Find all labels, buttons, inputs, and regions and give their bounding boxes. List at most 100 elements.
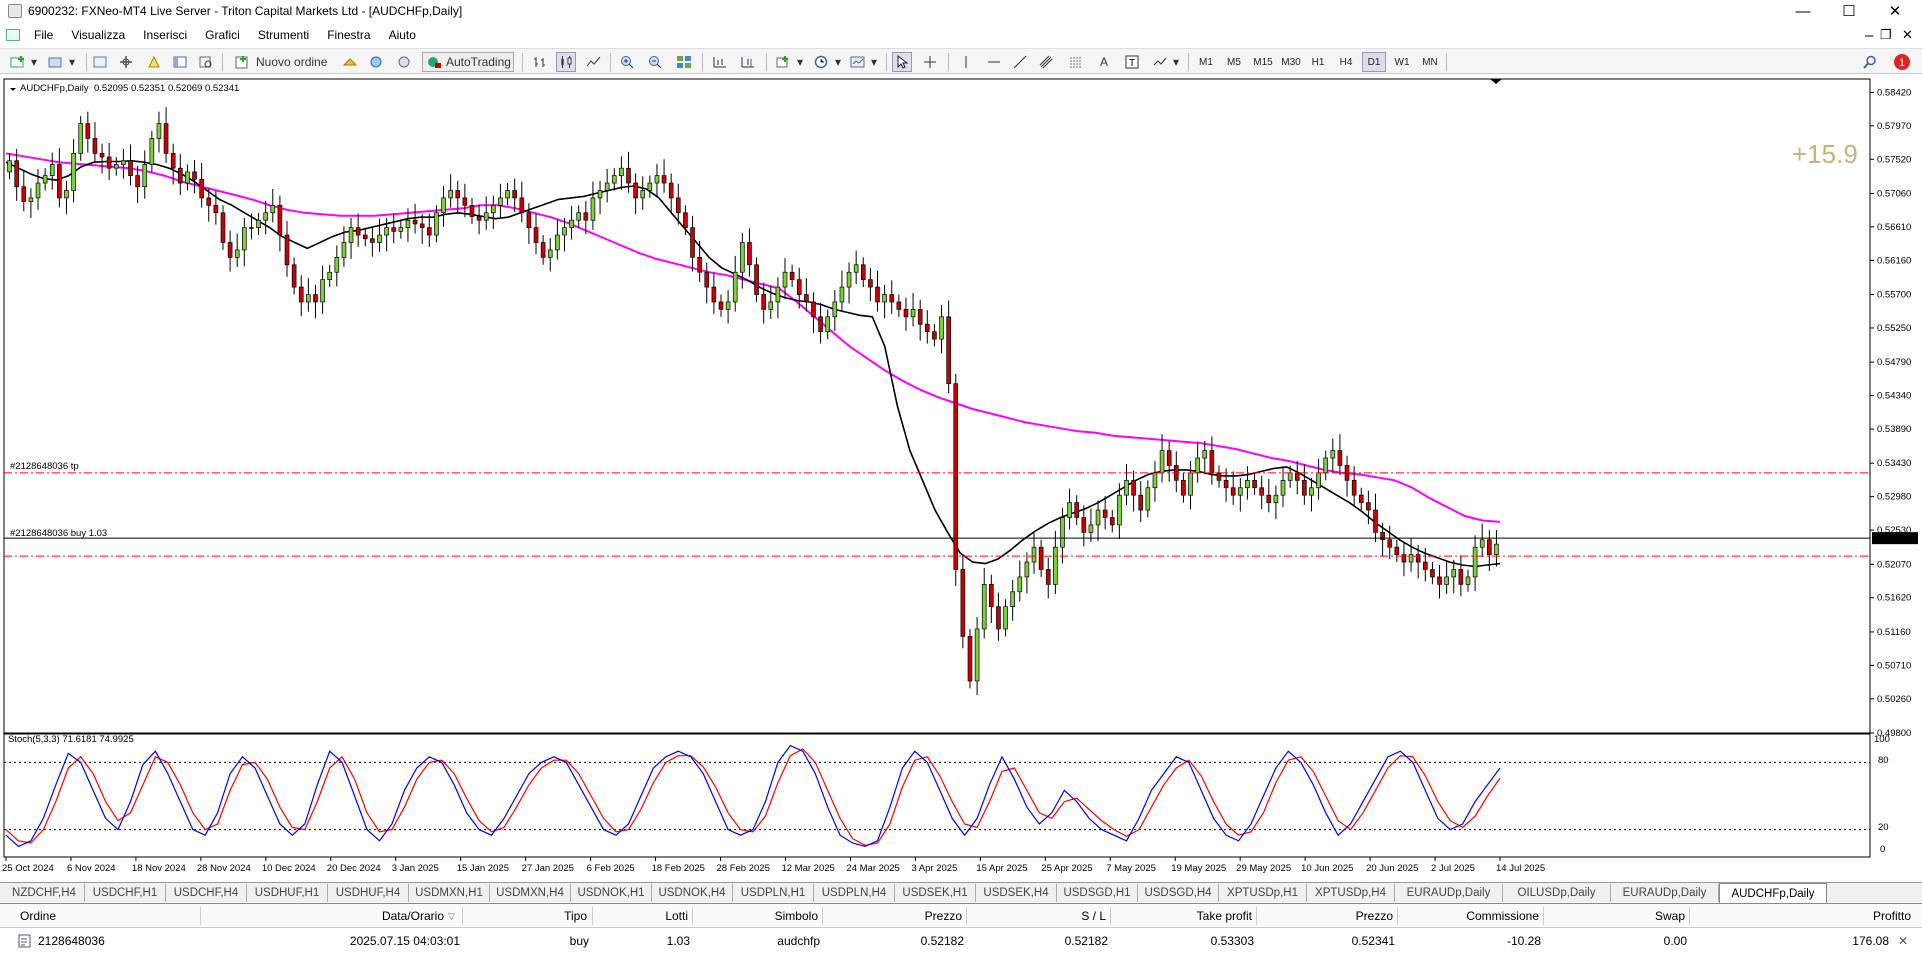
menu-visualizza[interactable]: Visualizza [63, 24, 135, 46]
header-data-orario[interactable]: Data/Orario [200, 907, 444, 925]
templates-dropdown-icon[interactable]: ▾ [868, 52, 880, 72]
chart-window[interactable]: #2128648036 tp #2128648036 buy 1.03 0.5234… [0, 76, 1922, 882]
navigator-icon[interactable] [144, 52, 164, 72]
indicators-dropdown-icon[interactable]: ▾ [794, 52, 806, 72]
chart-tab[interactable]: USDSEK,H1 [895, 884, 976, 902]
chart-tab[interactable]: USDNOK,H4 [652, 884, 733, 902]
header-commissione[interactable]: Commissione [1397, 907, 1539, 925]
chart-tab[interactable]: USDCHF,H4 [166, 884, 247, 902]
data-window-icon[interactable] [116, 52, 136, 72]
timeframe-h4[interactable]: H4 [1334, 52, 1358, 72]
chart-tab[interactable]: EURAUDp,Daily [1611, 884, 1719, 902]
line-chart-icon[interactable] [584, 52, 604, 72]
profiles-icon[interactable] [46, 52, 66, 72]
channel-icon[interactable] [1036, 52, 1056, 72]
periods-dropdown-icon[interactable]: ▾ [832, 52, 844, 72]
chart-tab[interactable]: NZDCHF,H4 [4, 884, 85, 902]
menu-file[interactable]: File [26, 24, 63, 46]
mdi-minimize-icon[interactable]: – [1865, 27, 1873, 44]
chart-tab[interactable]: USDPLN,H1 [733, 884, 814, 902]
vertical-line-icon[interactable] [956, 52, 976, 72]
close-order-icon[interactable]: ✕ [1898, 932, 1912, 950]
profiles-dropdown-icon[interactable]: ▾ [66, 52, 78, 72]
header-prezzo-open[interactable]: Prezzo [822, 907, 962, 925]
cell-tp[interactable]: 0.53303 [1110, 932, 1254, 950]
chart-tab[interactable]: USDSGD,H4 [1138, 884, 1219, 902]
close-button[interactable]: ✕ [1872, 0, 1918, 22]
indicators-icon[interactable] [774, 52, 794, 72]
market-watch-icon[interactable] [90, 52, 110, 72]
header-ordine[interactable]: Ordine [20, 907, 200, 925]
timeframe-m1[interactable]: M1 [1194, 52, 1218, 72]
timeframe-h1[interactable]: H1 [1306, 52, 1330, 72]
zoom-in-icon[interactable] [618, 52, 638, 72]
chart-tab[interactable]: USDCHF,H1 [85, 884, 166, 902]
menu-strumenti[interactable]: Strumenti [250, 24, 319, 46]
chart-tab[interactable]: USDNOK,H1 [571, 884, 652, 902]
gold-icon[interactable] [340, 52, 360, 72]
timeframe-m5[interactable]: M5 [1222, 52, 1246, 72]
cell-order-id[interactable]: 2128648036 [38, 932, 198, 950]
new-chart-dropdown-icon[interactable]: ▾ [28, 52, 40, 72]
cell-sl[interactable]: 0.52182 [966, 932, 1108, 950]
timeframe-m30[interactable]: M30 [1278, 52, 1304, 72]
terminal-icon[interactable] [170, 52, 190, 72]
chart-tab[interactable]: AUDCHFp,Daily [1719, 883, 1827, 903]
header-profitto[interactable]: Profitto [1689, 907, 1911, 925]
chart-shift-icon[interactable] [738, 52, 758, 72]
signals-icon[interactable] [366, 52, 386, 72]
search-icon[interactable] [1860, 52, 1880, 72]
chart-tab[interactable]: USDMXN,H1 [409, 884, 490, 902]
shapes-icon[interactable] [1150, 52, 1170, 72]
strategy-tester-icon[interactable] [196, 52, 216, 72]
header-swap[interactable]: Swap [1543, 907, 1685, 925]
chart-tab[interactable]: USDHUF,H1 [247, 884, 328, 902]
text-icon[interactable]: A [1094, 52, 1114, 72]
header-prezzo-current[interactable]: Prezzo [1256, 907, 1393, 925]
menu-inserisci[interactable]: Inserisci [135, 24, 197, 46]
menu-finestra[interactable]: Finestra [319, 24, 380, 46]
timeframe-w1[interactable]: W1 [1390, 52, 1414, 72]
chart-tab[interactable]: USDSEK,H4 [976, 884, 1057, 902]
chart-tab[interactable]: USDSGD,H1 [1057, 884, 1138, 902]
header-lotti[interactable]: Lotti [592, 907, 688, 925]
cursor-icon[interactable] [892, 52, 912, 72]
chart-tab[interactable]: USDHUF,H4 [328, 884, 409, 902]
label-icon[interactable]: T [1122, 52, 1142, 72]
menu-grafici[interactable]: Grafici [197, 24, 250, 46]
bar-chart-icon[interactable] [530, 52, 550, 72]
shapes-dropdown-icon[interactable]: ▾ [1170, 52, 1182, 72]
fibonacci-icon[interactable] [1066, 52, 1086, 72]
timeframe-d1[interactable]: D1 [1362, 52, 1386, 72]
crosshair-icon[interactable] [920, 52, 940, 72]
new-chart-icon[interactable] [8, 52, 28, 72]
autotrading-button[interactable]: AutoTrading [422, 52, 514, 72]
header-simbolo[interactable]: Simbolo [692, 907, 818, 925]
mdi-close-icon[interactable]: ✕ [1902, 27, 1913, 43]
menu-aiuto[interactable]: Aiuto [381, 24, 426, 46]
chart-tab[interactable]: XPTUSDp,H1 [1219, 884, 1307, 902]
chart-tab[interactable]: USDMXN,H4 [490, 884, 571, 902]
chart-canvas[interactable]: #2128648036 tp#2128648036 buy 1.03 0.5234… [0, 76, 1922, 882]
market-icon[interactable] [394, 52, 414, 72]
timeframe-m15[interactable]: M15 [1250, 52, 1276, 72]
horizontal-line-icon[interactable] [984, 52, 1004, 72]
chart-tab[interactable]: OILUSDp,Daily [1503, 884, 1611, 902]
periods-icon[interactable] [812, 52, 832, 72]
notifications-icon[interactable]: 1 [1890, 52, 1914, 72]
chart-tab[interactable]: XPTUSDp,H4 [1307, 884, 1395, 902]
maximize-button[interactable]: ☐ [1826, 0, 1872, 22]
templates-icon[interactable] [848, 52, 868, 72]
header-tipo[interactable]: Tipo [462, 907, 587, 925]
mdi-restore-icon[interactable]: ❐ [1880, 27, 1892, 43]
new-order-button[interactable]: Nuovo ordine [234, 52, 330, 72]
minimize-button[interactable]: — [1780, 0, 1826, 22]
auto-scroll-icon[interactable] [710, 52, 730, 72]
tile-windows-icon[interactable] [674, 52, 694, 72]
zoom-out-icon[interactable] [646, 52, 666, 72]
trendline-icon[interactable] [1010, 52, 1030, 72]
header-take-profit[interactable]: Take profit [1110, 907, 1252, 925]
header-sl[interactable]: S / L [966, 907, 1106, 925]
timeframe-mn[interactable]: MN [1418, 52, 1442, 72]
chart-tab[interactable]: USDPLN,H4 [814, 884, 895, 902]
